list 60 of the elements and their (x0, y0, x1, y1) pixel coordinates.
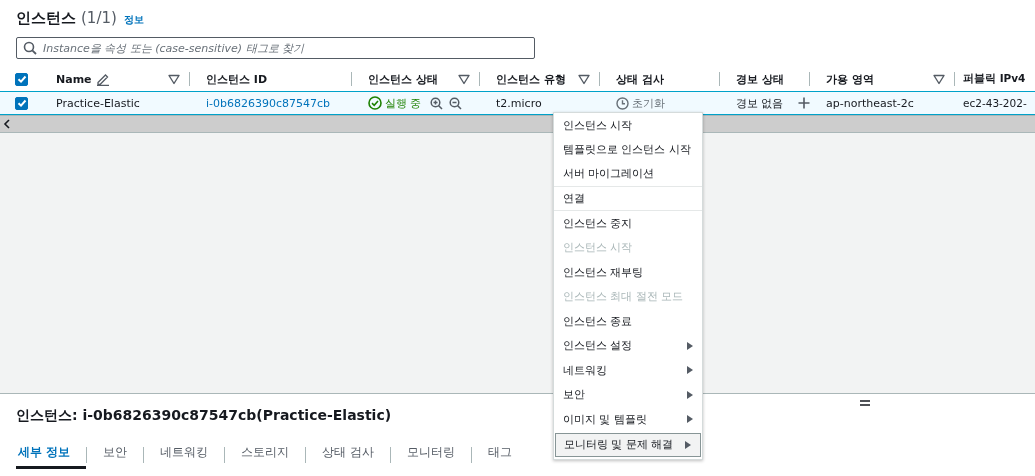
filter-icon[interactable] (458, 73, 470, 85)
table-cell: ap-northeast-2c (826, 96, 914, 110)
column-header[interactable]: 경보 상태 (736, 67, 800, 91)
filter-icon[interactable] (933, 73, 945, 85)
caret-right-icon (685, 440, 691, 449)
instance-count: (1/1) (81, 9, 117, 27)
tab[interactable]: 모니터링 (390, 441, 471, 469)
filter-icon[interactable] (168, 73, 180, 85)
search-icon (23, 41, 37, 55)
column-header[interactable]: 상태 검사 (616, 67, 710, 91)
checkbox[interactable] (15, 72, 28, 86)
page-title: 인스턴스 (16, 9, 76, 28)
menu-item[interactable]: 네트워킹 (554, 358, 702, 383)
plus-icon[interactable] (797, 97, 810, 109)
tab[interactable]: 보안 (87, 441, 143, 469)
checkbox[interactable] (15, 96, 28, 110)
instance-id-link[interactable]: i-0b6826390c87547cb (206, 96, 331, 110)
table-cell: ec2-43-202- (963, 97, 1027, 109)
table-cell: 경보 없음 (736, 95, 784, 111)
menu-item[interactable]: 인스턴스 설정 (554, 333, 702, 358)
menu-item[interactable]: 인스턴스 재부팅 (554, 260, 702, 285)
search-field[interactable]: Instance을 속성 또는 (case-sensitive) 태그로 찾기 (16, 37, 535, 59)
menu-item[interactable]: 모니터링 및 문제 해결 (555, 432, 701, 457)
column-header[interactable]: 퍼블릭 IPv4 (963, 67, 1026, 91)
menu-item[interactable]: 인스턴스 시작 (554, 113, 702, 138)
info-link[interactable]: 정보 (123, 13, 144, 27)
caret-right-icon (687, 366, 693, 375)
caret-right-icon (687, 390, 693, 399)
tab[interactable]: 세부 정보 (16, 441, 86, 469)
column-header[interactable]: 인스턴스 유형 (496, 67, 590, 91)
drag-handle-icon[interactable] (860, 400, 870, 406)
menu-item[interactable]: 서버 마이그레이션 (554, 162, 702, 187)
clock-icon (616, 96, 629, 110)
status-text: 실행 중 (385, 95, 422, 111)
zoom-out-icon[interactable] (448, 96, 462, 110)
filter-icon[interactable] (578, 73, 590, 85)
menu-item[interactable]: 인스턴스 중지 (554, 211, 702, 236)
scroll-left-icon[interactable] (3, 119, 11, 129)
column-header[interactable]: 인스턴스 ID (206, 67, 342, 91)
column-header[interactable]: 가용 영역 (826, 67, 945, 91)
menu-item[interactable]: 이미지 및 템플릿 (554, 407, 702, 432)
zoom-in-icon[interactable] (429, 96, 443, 110)
column-header[interactable]: 인스턴스 상태 (368, 67, 470, 91)
check-circle-icon (368, 96, 382, 110)
column-header[interactable]: Name (56, 67, 180, 91)
caret-right-icon (687, 415, 693, 424)
menu-item[interactable]: 인스턴스 종료 (554, 309, 702, 334)
details-title: 인스턴스: i-0b6826390c87547cb(Practice-Elastic) (16, 407, 392, 425)
tab[interactable]: 상태 검사 (306, 441, 390, 469)
caret-right-icon (687, 341, 693, 350)
menu-item[interactable]: 템플릿으로 인스턴스 시작 (554, 137, 702, 162)
table-cell: t2.micro (496, 96, 542, 110)
table-cell: Practice-Elastic (56, 96, 140, 110)
tab[interactable]: 스토리지 (225, 441, 305, 469)
menu-item[interactable]: 연결 (554, 186, 702, 211)
status-text: 초기화 (632, 95, 665, 111)
tab[interactable]: 네트워킹 (144, 441, 224, 469)
tab[interactable]: 태그 (471, 441, 528, 469)
menu-item[interactable]: 보안 (554, 382, 702, 407)
pencil-icon (95, 72, 110, 86)
